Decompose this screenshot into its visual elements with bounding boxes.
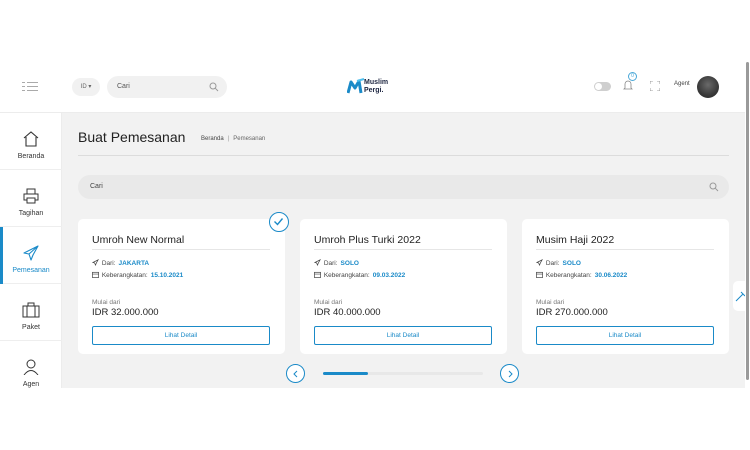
calendar-icon	[314, 271, 321, 278]
origin-row: Dari: JAKARTA	[91, 259, 150, 267]
sidebar: Beranda Tagihan Pemesanan Paket Agen	[0, 113, 62, 388]
airplane-icon	[23, 245, 39, 261]
scrollbar-thumb[interactable]	[746, 62, 749, 380]
breadcrumb-current: Pemesanan	[233, 136, 266, 142]
sidebar-item-label: Pemesanan	[12, 267, 50, 274]
brand-name-line1: Muslim	[364, 79, 389, 86]
package-card[interactable]: Umroh New Normal Dari: JAKARTA Keberangka…	[78, 219, 285, 354]
menu-toggle-icon[interactable]	[22, 80, 38, 94]
view-detail-button[interactable]: Lihat Detail	[536, 326, 714, 345]
departure-date: 30.06.2022	[594, 272, 628, 279]
package-name: Umroh New Normal	[92, 234, 185, 246]
plane-icon	[91, 259, 100, 267]
departure-date: 15.10.2021	[150, 272, 184, 279]
origin-row: Dari: SOLO	[313, 259, 359, 267]
brand-logo[interactable]: Muslim Pergi.	[347, 76, 407, 98]
sidebar-item-label: Beranda	[17, 153, 45, 160]
carousel-progress	[323, 372, 483, 375]
sidebar-item-label: Paket	[22, 324, 40, 331]
main-content: Buat Pemesanan Beranda | Pemesanan Cari Um…	[62, 113, 747, 388]
departure-row: Keberangkatan: 15.10.2021	[92, 271, 183, 279]
sidebar-item-tagihan[interactable]: Tagihan	[0, 170, 62, 227]
header-search-placeholder: Cari	[117, 83, 130, 90]
departure-label: Keberangkatan:	[545, 272, 592, 279]
origin-value: SOLO	[340, 260, 359, 267]
notification-bell[interactable]: 0	[623, 72, 637, 92]
view-detail-button[interactable]: Lihat Detail	[314, 326, 492, 345]
plane-icon	[313, 259, 322, 267]
chevron-right-icon	[508, 370, 513, 378]
page-title: Buat Pemesanan	[78, 129, 186, 145]
header-search-input[interactable]: Cari	[107, 76, 227, 98]
carousel-next-button[interactable]	[500, 364, 519, 383]
card-divider	[536, 249, 714, 250]
selected-check[interactable]	[269, 212, 289, 232]
departure-row: Keberangkatan: 30.06.2022	[536, 271, 627, 279]
package-card[interactable]: Umroh Plus Turki 2022 Dari: SOLO Keberang…	[300, 219, 507, 354]
calendar-icon	[92, 271, 99, 278]
departure-label: Keberangkatan:	[323, 272, 370, 279]
origin-value: SOLO	[562, 260, 581, 267]
theme-toggle[interactable]	[594, 82, 611, 91]
origin-label: Dari:	[323, 260, 338, 267]
home-icon	[23, 131, 39, 147]
price-label: Mulai dari	[92, 299, 121, 306]
sidebar-item-pemesanan[interactable]: Pemesanan	[0, 227, 62, 284]
departure-row: Keberangkatan: 09.03.2022	[314, 271, 405, 279]
calendar-icon	[536, 271, 543, 278]
notification-badge: 0	[628, 72, 637, 81]
origin-row: Dari: SOLO	[535, 259, 581, 267]
card-divider	[314, 249, 492, 250]
app-window: ID ▾ Cari MuslimPergi. 0 Agent Beranda	[0, 62, 750, 388]
logo-mark-icon	[347, 78, 365, 94]
departure-label: Keberangkatan:	[101, 272, 148, 279]
breadcrumb-home[interactable]: Beranda	[201, 136, 224, 142]
package-price: IDR 32.000.000	[92, 307, 159, 318]
package-price: IDR 40.000.000	[314, 307, 381, 318]
carousel-progress-fill	[323, 372, 368, 375]
sidebar-item-beranda[interactable]: Beranda	[0, 113, 62, 170]
package-card[interactable]: Musim Haji 2022 Dari: SOLO Keberangkatan:…	[522, 219, 729, 354]
language-select[interactable]: ID ▾	[72, 78, 100, 96]
card-divider	[92, 249, 270, 250]
top-bar: ID ▾ Cari Muslim Pergi. 0 Agent	[0, 62, 750, 113]
view-detail-button[interactable]: Lihat Detail	[92, 326, 270, 345]
price-label: Mulai dari	[314, 299, 343, 306]
printer-icon	[23, 188, 39, 204]
brand-name-line2: Pergi.	[364, 87, 384, 94]
sidebar-item-agen[interactable]: Agen	[0, 341, 62, 388]
title-divider	[78, 155, 729, 156]
search-icon	[209, 82, 219, 92]
carousel-prev-button[interactable]	[286, 364, 305, 383]
package-price: IDR 270.000.000	[536, 307, 608, 318]
avatar[interactable]	[697, 76, 719, 98]
package-search-input[interactable]: Cari	[78, 175, 729, 199]
package-name: Musim Haji 2022	[536, 234, 615, 246]
agent-icon	[23, 359, 39, 375]
search-icon	[709, 182, 719, 192]
origin-value: JAKARTA	[118, 260, 150, 267]
breadcrumb: Beranda | Pemesanan	[201, 136, 266, 142]
package-name: Umroh Plus Turki 2022	[314, 234, 421, 246]
origin-label: Dari:	[101, 260, 116, 267]
sidebar-item-paket[interactable]: Paket	[0, 284, 62, 341]
sidebar-item-label: Agen	[22, 381, 40, 388]
origin-label: Dari:	[545, 260, 560, 267]
chevron-left-icon	[293, 370, 298, 378]
sidebar-item-label: Tagihan	[18, 210, 44, 217]
price-label: Mulai dari	[536, 299, 565, 306]
checkmark-icon	[274, 218, 284, 226]
package-search-placeholder: Cari	[90, 183, 103, 190]
plane-icon	[535, 259, 544, 267]
fullscreen-icon[interactable]	[650, 81, 660, 91]
page-scrollbar[interactable]	[745, 62, 750, 388]
luggage-icon	[22, 302, 40, 318]
language-value: ID	[80, 84, 87, 90]
departure-date: 09.03.2022	[372, 272, 406, 279]
agent-label: Agent	[674, 81, 690, 87]
